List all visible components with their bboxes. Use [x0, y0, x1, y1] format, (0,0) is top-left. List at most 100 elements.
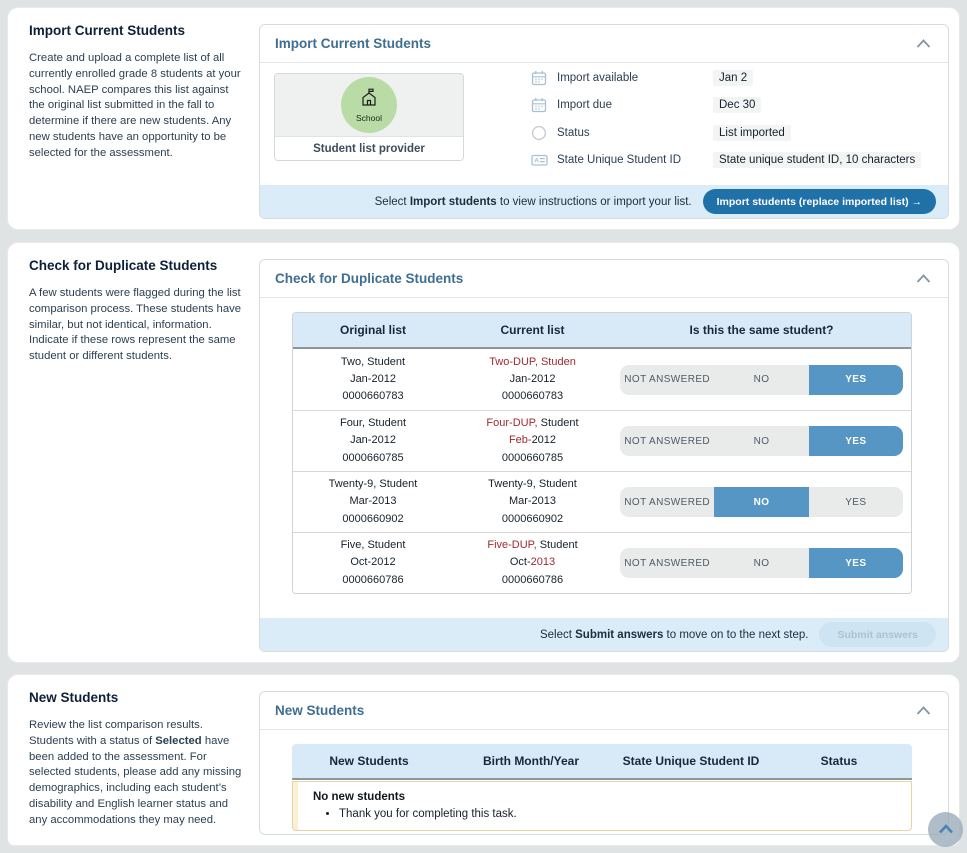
- status-row: Status List imported: [531, 119, 934, 147]
- answer-not-answered-button[interactable]: NOT ANSWERED: [620, 548, 714, 578]
- answer-yes-button[interactable]: YES: [808, 426, 903, 456]
- status-label: Status: [557, 126, 590, 139]
- submit-answers-button[interactable]: Submit answers: [819, 622, 936, 647]
- import-footer: Select Import students to view instructi…: [260, 185, 948, 218]
- import-students-button[interactable]: Import students (replace imported list) …: [702, 189, 936, 214]
- notice-title: No new students: [313, 791, 406, 803]
- import-available-value: Jan 2: [713, 69, 754, 86]
- original-cell: Twenty-9, Student Mar-2013 0000660902: [328, 478, 418, 525]
- import-footer-text: Select Import students to view instructi…: [374, 195, 692, 208]
- answer-no-button[interactable]: NO: [714, 548, 808, 578]
- current-cell: Five-DUP, Student Oct-2013 0000660786: [487, 539, 578, 586]
- no-new-students-notice: No new students Thank you for completing…: [292, 781, 912, 831]
- school-icon: [359, 88, 379, 112]
- duplicates-panel-header: Check for Duplicate Students: [260, 260, 948, 298]
- import-collapse-button[interactable]: [914, 34, 933, 53]
- same-student-toggle: NOT ANSWERED NO YES: [620, 487, 903, 517]
- answer-not-answered-button[interactable]: NOT ANSWERED: [620, 487, 714, 517]
- column-header-birth-month-year: Birth Month/Year: [482, 754, 579, 768]
- duplicates-sidebar-title: Check for Duplicate Students: [29, 258, 218, 273]
- column-header-state-unique-id: State Unique Student ID: [622, 754, 760, 768]
- id-card-icon: A: [531, 152, 548, 168]
- chevron-up-icon: [916, 36, 931, 51]
- answer-yes-button[interactable]: YES: [808, 548, 903, 578]
- column-header-original-list: Original list: [339, 323, 406, 337]
- scroll-to-top-button[interactable]: [928, 812, 963, 847]
- answer-not-answered-button[interactable]: NOT ANSWERED: [620, 365, 714, 395]
- duplicates-sidebar: Check for Duplicate Students A few stude…: [8, 243, 259, 662]
- answer-yes-button[interactable]: YES: [808, 364, 903, 395]
- chevron-up-icon: [916, 271, 931, 286]
- state-id-value: State unique student ID, 10 characters: [713, 152, 922, 169]
- same-student-toggle: NOT ANSWERED NO YES: [620, 426, 903, 456]
- svg-text:A: A: [534, 158, 539, 165]
- duplicates-sidebar-text: A few students were flagged during the l…: [29, 287, 242, 363]
- duplicates-panel: Check for Duplicate Students Original li…: [259, 259, 949, 652]
- student-list-provider-card: School Student list provider: [274, 73, 464, 161]
- duplicate-table-body: Two, Student Jan-2012 0000660783 Two-DUP, …: [293, 349, 911, 593]
- answer-not-answered-button[interactable]: NOT ANSWERED: [620, 426, 714, 456]
- import-due-row: Import due Dec 30: [531, 92, 934, 120]
- new-students-panel-header: New Students: [260, 692, 948, 730]
- same-student-toggle: NOT ANSWERED NO YES: [620, 364, 903, 395]
- import-available-label: Import available: [557, 71, 639, 84]
- arrow-right-icon: →: [911, 195, 923, 208]
- import-panel-title: Import Current Students: [275, 36, 432, 51]
- answer-yes-button[interactable]: YES: [809, 487, 903, 517]
- column-header-new-students: New Students: [329, 754, 409, 768]
- provider-card-top: School: [275, 74, 463, 136]
- import-sidebar-title: Import Current Students: [29, 23, 186, 38]
- new-students-collapse-button[interactable]: [914, 701, 933, 720]
- state-id-row: A State Unique Student ID State unique s…: [531, 147, 934, 175]
- answer-no-button[interactable]: NO: [714, 426, 808, 456]
- new-students-panel: New Students New Students Birth Month/Ye…: [259, 691, 949, 835]
- state-id-label: State Unique Student ID: [557, 154, 682, 167]
- new-students-section: New Students Review the list comparison …: [8, 675, 959, 845]
- chevron-up-icon: [938, 822, 954, 837]
- import-section: Import Current Students Create and uploa…: [8, 8, 959, 229]
- current-cell: Twenty-9, Student Mar-2013 0000660902: [488, 478, 577, 525]
- duplicate-row: Two, Student Jan-2012 0000660783 Two-DUP, …: [293, 349, 911, 410]
- duplicate-row: Four, Student Jan-2012 0000660785 Four-DUP…: [293, 410, 911, 471]
- notice-bullet: Thank you for completing this task.: [339, 808, 897, 820]
- import-panel: Import Current Students School Student l…: [259, 24, 949, 219]
- original-cell: Four, Student Jan-2012 0000660785: [339, 417, 407, 464]
- column-header-status: Status: [820, 754, 858, 768]
- current-cell: Two-DUP, Studen Jan-2012 0000660783: [489, 355, 576, 403]
- original-cell: Two, Student Jan-2012 0000660783: [340, 355, 406, 403]
- column-header-same-student: Is this the same student?: [689, 323, 834, 337]
- current-cell: Four-DUP, Student Feb-2012 0000660785: [486, 417, 579, 464]
- duplicate-row: Five, Student Oct-2012 0000660786 Five-DUP…: [293, 532, 911, 593]
- school-badge-label: School: [356, 112, 382, 123]
- chevron-up-icon: [916, 703, 931, 718]
- calendar-icon: [531, 70, 548, 86]
- import-due-value: Dec 30: [713, 97, 762, 114]
- import-due-label: Import due: [557, 99, 612, 112]
- provider-caption: Student list provider: [275, 136, 463, 160]
- duplicates-table-header: Original list Current list Is this the s…: [293, 313, 911, 349]
- duplicates-collapse-button[interactable]: [914, 269, 933, 288]
- duplicates-table: Original list Current list Is this the s…: [292, 312, 912, 594]
- status-value: List imported: [713, 124, 791, 141]
- status-circle-icon: [531, 125, 548, 141]
- column-header-current-list: Current list: [500, 323, 565, 337]
- duplicates-footer-text: Select Submit answers to move on to the …: [539, 628, 809, 641]
- import-panel-header: Import Current Students: [260, 25, 948, 63]
- import-info-rows: Import available Jan 2 Import due Dec 30…: [531, 64, 934, 185]
- new-students-table-header: New Students Birth Month/Year State Uniq…: [292, 744, 912, 780]
- import-available-row: Import available Jan 2: [531, 64, 934, 92]
- new-students-panel-title: New Students: [275, 703, 365, 718]
- duplicates-panel-title: Check for Duplicate Students: [275, 271, 464, 286]
- answer-no-button[interactable]: NO: [714, 365, 808, 395]
- import-panel-body: School Student list provider Import avai…: [260, 63, 948, 185]
- calendar-icon: [531, 97, 548, 113]
- new-students-sidebar-text: Review the list comparison results. Stud…: [29, 719, 242, 826]
- duplicates-footer: Select Submit answers to move on to the …: [260, 618, 948, 651]
- original-cell: Five, Student Oct-2012 0000660786: [340, 539, 406, 586]
- school-badge: School: [341, 77, 397, 133]
- answer-no-button[interactable]: NO: [714, 487, 809, 517]
- new-students-sidebar: New Students Review the list comparison …: [8, 675, 259, 845]
- duplicates-section: Check for Duplicate Students A few stude…: [8, 243, 959, 662]
- import-sidebar: Import Current Students Create and uploa…: [8, 8, 259, 229]
- import-sidebar-text: Create and upload a complete list of all…: [29, 52, 241, 159]
